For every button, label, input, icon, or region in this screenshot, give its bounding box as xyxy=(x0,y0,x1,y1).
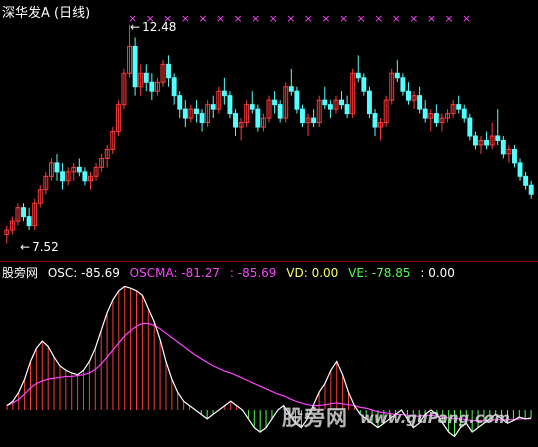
candle-body xyxy=(322,99,328,106)
candle-body xyxy=(210,104,216,110)
signal-marker: × xyxy=(409,12,418,25)
price-annotations: ← 12.48 ← 7.52 xyxy=(20,20,176,254)
oscma-label: OSCMA: xyxy=(129,266,178,280)
vd-value: 0.00 xyxy=(311,266,339,280)
candle-body xyxy=(300,108,305,124)
candle-body xyxy=(199,113,205,124)
candle-body xyxy=(355,72,361,79)
candle-body xyxy=(311,117,317,124)
candle-body xyxy=(495,135,501,141)
candle-body xyxy=(182,108,188,119)
signal-marker: × xyxy=(444,12,453,25)
candle-body xyxy=(456,104,462,110)
candle-body xyxy=(149,81,155,92)
signal-markers: × × × × × × × × × × × × × × × × × × × × xyxy=(128,12,471,25)
candle-body xyxy=(54,162,60,173)
candle-body xyxy=(288,86,294,92)
osc-label: OSC: xyxy=(47,266,78,280)
vd-label: VD: xyxy=(286,266,308,280)
signal-marker: × xyxy=(198,12,207,25)
last-label: : xyxy=(420,266,425,280)
chart-title: 深华发A (日线) xyxy=(2,6,91,21)
candle-body xyxy=(255,108,261,128)
candle-body xyxy=(294,90,300,110)
candle-body xyxy=(132,45,138,88)
candle-body xyxy=(461,108,467,119)
stock-chart[interactable]: × × × × × × × × × × × × × × × × × × × × ← 12.48 ← 7.52 深华发A (… xyxy=(0,0,538,443)
signal-marker: × xyxy=(392,12,401,25)
osc-value: -85.69 xyxy=(81,266,120,280)
candle-body xyxy=(166,63,172,79)
candle-body xyxy=(327,104,333,110)
candle-body xyxy=(517,162,523,177)
candle-body xyxy=(528,184,534,195)
candle-body xyxy=(26,216,32,227)
signal-marker: × xyxy=(321,12,330,25)
signal-marker: × xyxy=(216,12,225,25)
panel-divider xyxy=(0,261,538,262)
candle-body xyxy=(417,95,423,110)
candle-body xyxy=(339,99,344,106)
candle-body xyxy=(221,90,227,97)
candle-body xyxy=(472,135,478,146)
signal-marker: × xyxy=(462,12,471,25)
candle-body xyxy=(249,104,255,110)
oscma-value: -81.27 xyxy=(181,266,221,280)
candle-body xyxy=(82,171,88,182)
sep-label: : xyxy=(229,266,234,280)
candle-body xyxy=(194,108,199,115)
signal-marker: × xyxy=(269,12,278,25)
candle-body xyxy=(272,99,278,106)
signal-marker: × xyxy=(181,12,190,25)
candle-body xyxy=(484,139,490,146)
indicator-name: 股旁网 xyxy=(2,266,39,280)
signal-marker: × xyxy=(304,12,313,25)
candle-body xyxy=(406,90,411,101)
signal-marker: × xyxy=(357,12,366,25)
indicator-legend: 股旁网 OSC: -85.69 OSCMA: -81.27 : -85.69 V… xyxy=(2,264,455,281)
candle-body xyxy=(21,207,26,218)
candle-body xyxy=(60,171,66,182)
ve-value: -78.85 xyxy=(371,266,411,280)
signal-marker: × xyxy=(374,12,383,25)
ve-label: VE: xyxy=(348,266,368,280)
signal-marker: × xyxy=(233,12,242,25)
sep-value: -85.69 xyxy=(237,266,277,280)
candle-body xyxy=(467,117,473,137)
candle-body xyxy=(523,175,529,186)
signal-marker: × xyxy=(427,12,436,25)
oscma-line xyxy=(6,322,532,422)
candle-body xyxy=(361,77,367,92)
candle-body xyxy=(177,95,183,110)
candle-body xyxy=(143,72,149,83)
candle-body xyxy=(512,148,517,164)
candle-body xyxy=(422,108,428,119)
signal-marker: × xyxy=(251,12,260,25)
candle-body xyxy=(372,113,378,128)
high-price-label: ← 12.48 xyxy=(130,20,176,34)
chart-canvas[interactable]: × × × × × × × × × × × × × × × × × × × × ← 12.48 ← 7.52 xyxy=(0,0,538,443)
candle-body xyxy=(433,113,439,124)
candle-body xyxy=(227,95,233,115)
watermark-text: 股旁网 xyxy=(282,406,348,430)
candle-body xyxy=(500,139,506,155)
watermark-url: www.guPang.com xyxy=(360,409,510,427)
signal-marker: × xyxy=(339,12,348,25)
candle-body xyxy=(233,113,238,128)
candle-body xyxy=(76,166,82,173)
signal-marker: × xyxy=(286,12,295,25)
candle-body xyxy=(400,77,406,92)
candle-body xyxy=(344,104,350,115)
last-value: 0.00 xyxy=(428,266,455,280)
candle-body xyxy=(171,77,177,97)
candle-body xyxy=(394,72,400,79)
candle-body xyxy=(277,104,283,119)
candlestick-series xyxy=(4,24,534,244)
candle-body xyxy=(366,90,372,115)
low-price-label: ← 7.52 xyxy=(20,240,59,254)
